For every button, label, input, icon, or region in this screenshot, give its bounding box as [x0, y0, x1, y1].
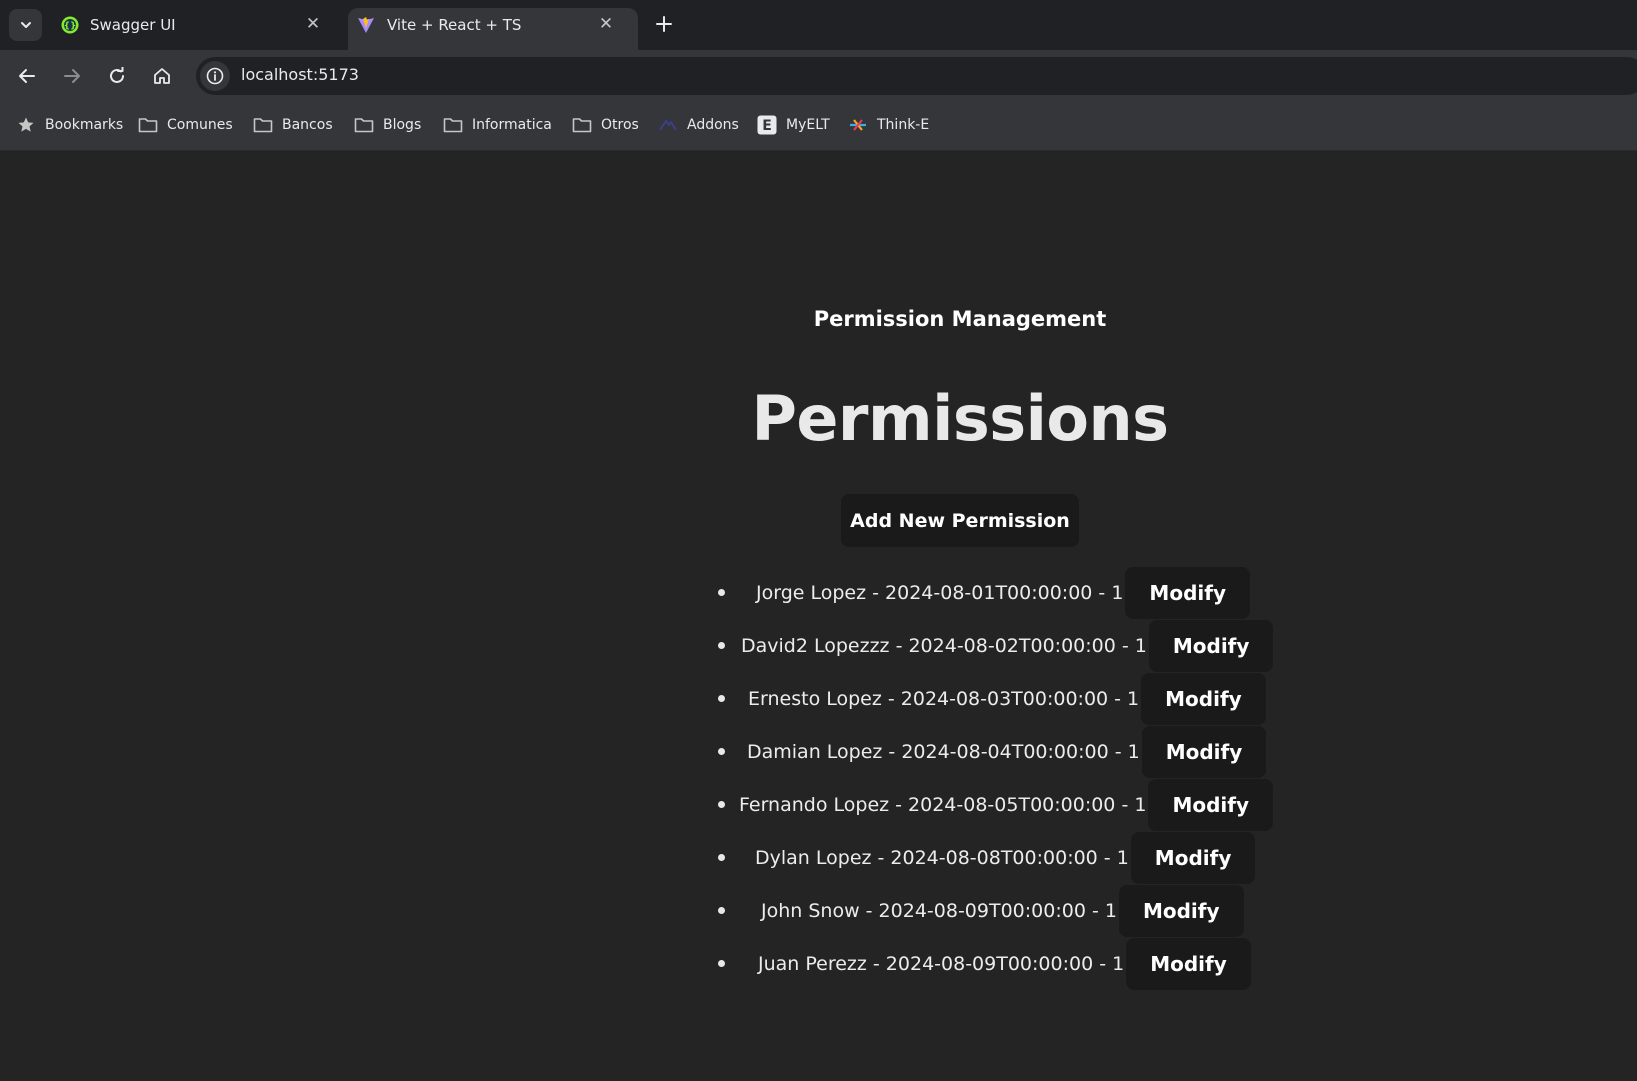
folder-icon — [443, 115, 463, 135]
folder-icon — [572, 115, 592, 135]
permission-text: David2 Lopezzz - 2024-08-02T00:00:00 - 1 — [741, 635, 1147, 657]
new-tab-button[interactable] — [652, 12, 676, 36]
bookmark-label: Comunes — [167, 117, 233, 133]
bookmark-myelt[interactable]: E MyELT — [757, 113, 830, 137]
arrow-left-icon — [19, 69, 35, 83]
permission-text: Damian Lopez - 2024-08-04T00:00:00 - 1 — [747, 741, 1140, 763]
list-item: Fernando Lopez - 2024-08-05T00:00:00 - 1… — [718, 779, 1273, 831]
svg-text:{}: {} — [64, 22, 77, 32]
bookmark-label: Bancos — [282, 117, 333, 133]
list-item: Dylan Lopez - 2024-08-08T00:00:00 - 1 Mo… — [718, 832, 1256, 884]
permission-text: Juan Perezz - 2024-08-09T00:00:00 - 1 — [758, 953, 1125, 975]
back-button[interactable] — [13, 62, 41, 90]
folder-icon — [253, 115, 273, 135]
bullet — [718, 801, 725, 808]
bookmarks-bar: Bookmarks Comunes Bancos Blogs Informati… — [0, 100, 1637, 151]
permission-text: Ernesto Lopez - 2024-08-03T00:00:00 - 1 — [748, 688, 1140, 710]
modify-button[interactable]: Modify — [1141, 673, 1266, 725]
bullet — [718, 854, 725, 861]
bookmark-label: Addons — [687, 117, 739, 133]
tab-search-button[interactable] — [9, 9, 42, 41]
permission-text: Jorge Lopez - 2024-08-01T00:00:00 - 1 — [756, 582, 1124, 604]
bookmark-folder-bancos[interactable]: Bancos — [253, 113, 333, 137]
bullet — [718, 589, 725, 596]
plus-icon — [656, 16, 672, 32]
myelt-icon: E — [757, 115, 777, 135]
modify-button[interactable]: Modify — [1125, 567, 1250, 619]
close-icon[interactable]: ✕ — [596, 14, 616, 34]
bullet — [718, 642, 725, 649]
modify-button[interactable]: Modify — [1118, 885, 1244, 937]
bookmark-folder-comunes[interactable]: Comunes — [138, 113, 233, 137]
bookmark-label: Bookmarks — [45, 117, 124, 133]
tab-swagger-ui[interactable]: {} Swagger UI ✕ — [55, 8, 345, 50]
star-icon — [16, 115, 36, 135]
swagger-favicon-icon: {} — [61, 16, 79, 34]
list-item: David2 Lopezzz - 2024-08-02T00:00:00 - 1… — [718, 620, 1274, 672]
bookmark-label: Otros — [601, 117, 639, 133]
bookmark-folder-informatica[interactable]: Informatica — [443, 113, 552, 137]
folder-icon — [138, 115, 158, 135]
tab-vite-react-ts[interactable]: Vite + React + TS ✕ — [348, 8, 638, 50]
svg-text:E: E — [762, 118, 772, 134]
info-icon — [206, 67, 224, 85]
folder-icon — [354, 115, 374, 135]
modify-button[interactable]: Modify — [1148, 779, 1273, 831]
permission-text: Dylan Lopez - 2024-08-08T00:00:00 - 1 — [755, 847, 1129, 869]
tab-title: Vite + React + TS — [387, 16, 522, 34]
forward-button[interactable] — [58, 62, 86, 90]
add-new-permission-button[interactable]: Add New Permission — [841, 494, 1079, 547]
list-item: Jorge Lopez - 2024-08-01T00:00:00 - 1 Mo… — [718, 567, 1250, 619]
bookmark-think-e[interactable]: Think-E — [848, 113, 929, 137]
list-item: Ernesto Lopez - 2024-08-03T00:00:00 - 1 … — [718, 673, 1266, 725]
bullet — [718, 907, 725, 914]
list-item: John Snow - 2024-08-09T00:00:00 - 1 Modi… — [718, 885, 1244, 937]
address-bar[interactable]: localhost:5173 — [196, 57, 1637, 95]
bookmark-folder-otros[interactable]: Otros — [572, 113, 639, 137]
page-title: Permissions — [751, 382, 1169, 455]
home-icon — [154, 68, 170, 84]
tab-strip: {} Swagger UI ✕ Vite + React + TS ✕ — [0, 0, 1637, 50]
browser-toolbar: localhost:5173 — [0, 50, 1637, 100]
addons-icon — [658, 115, 678, 135]
site-info-button[interactable] — [200, 61, 230, 91]
reload-icon — [110, 67, 124, 83]
close-icon[interactable]: ✕ — [303, 14, 323, 34]
bookmark-label: MyELT — [786, 117, 830, 133]
bookmark-label: Think-E — [877, 117, 930, 133]
bookmark-bookmarks[interactable]: Bookmarks — [16, 113, 123, 137]
modify-button[interactable]: Modify — [1130, 832, 1256, 884]
bullet — [718, 960, 725, 967]
page-content: Permission Management Permissions Add Ne… — [0, 152, 1637, 1081]
chevron-down-icon — [20, 22, 31, 28]
bullet — [718, 748, 725, 755]
bookmark-label: Informatica — [472, 117, 552, 133]
vite-favicon-icon — [358, 17, 374, 33]
list-item: Juan Perezz - 2024-08-09T00:00:00 - 1 Mo… — [718, 938, 1251, 990]
tab-title: Swagger UI — [90, 16, 176, 34]
bullet — [718, 695, 725, 702]
home-button[interactable] — [148, 62, 176, 90]
arrow-right-icon — [64, 69, 80, 83]
url-text: localhost:5173 — [241, 65, 359, 84]
app-header: Permission Management — [813, 307, 1107, 331]
modify-button[interactable]: Modify — [1126, 938, 1251, 990]
bookmark-label: Blogs — [383, 117, 422, 133]
modify-button[interactable]: Modify — [1148, 620, 1274, 672]
bookmark-folder-blogs[interactable]: Blogs — [354, 113, 421, 137]
think-e-icon — [848, 115, 868, 135]
permission-text: Fernando Lopez - 2024-08-05T00:00:00 - 1 — [739, 794, 1147, 816]
permission-text: John Snow - 2024-08-09T00:00:00 - 1 — [761, 900, 1117, 922]
bookmark-addons[interactable]: Addons — [658, 113, 739, 137]
reload-button[interactable] — [103, 62, 131, 90]
modify-button[interactable]: Modify — [1141, 726, 1267, 778]
list-item: Damian Lopez - 2024-08-04T00:00:00 - 1 M… — [718, 726, 1267, 778]
